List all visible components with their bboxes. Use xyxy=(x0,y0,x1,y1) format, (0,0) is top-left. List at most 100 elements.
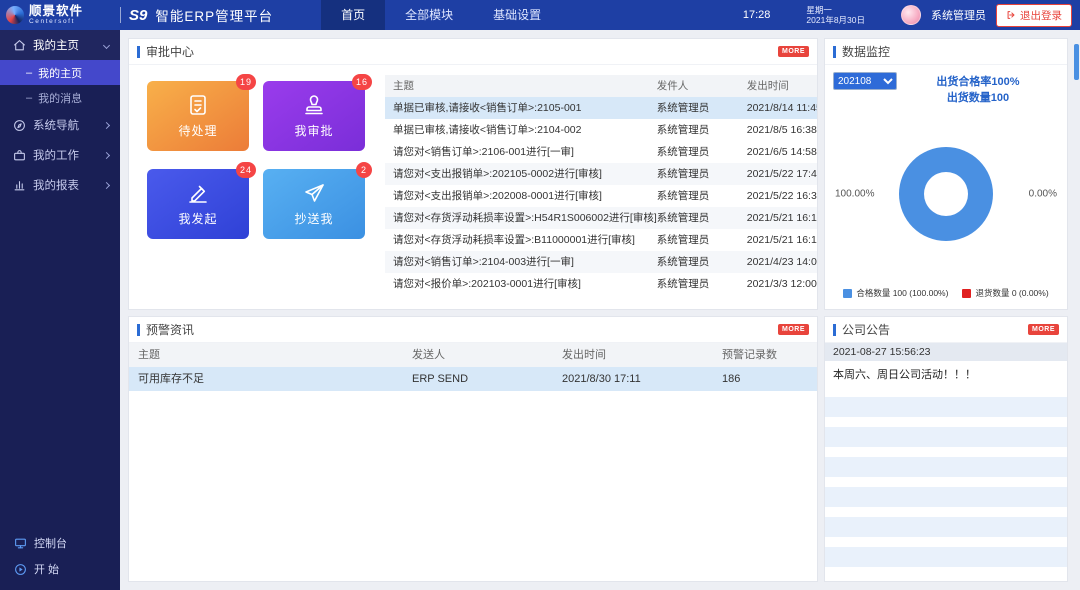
nav-home[interactable]: 首页 xyxy=(321,0,385,30)
table-row[interactable]: 请您对<存货浮动耗损率设置>:H54R1S006002进行[审核] 系统管理员 … xyxy=(385,207,818,229)
bullet: – xyxy=(26,92,32,104)
col-subject: 主题 xyxy=(385,75,657,97)
cell-subject: 请您对<销售订单>:2106-001进行[一审] xyxy=(385,141,657,163)
avatar[interactable] xyxy=(901,5,921,25)
topbar: 顺景软件 Centersoft S9 智能ERP管理平台 首页 全部模块 基础设… xyxy=(0,0,1080,30)
nav-all-modules[interactable]: 全部模块 xyxy=(385,0,473,30)
cell-sender: 系统管理员 xyxy=(657,273,747,295)
title-accent-bar xyxy=(833,46,836,58)
sidebar-item-label: 我的主页 xyxy=(33,37,97,53)
tile-label: 我审批 xyxy=(294,122,333,139)
more-button[interactable]: MORE xyxy=(778,46,809,57)
panel-header: 审批中心 MORE xyxy=(129,39,817,65)
tile-cc-me[interactable]: 2 抄送我 xyxy=(263,169,365,239)
nav-basic-settings[interactable]: 基础设置 xyxy=(473,0,561,30)
username: 系统管理员 xyxy=(931,7,986,23)
tile-my-approval[interactable]: 16 我审批 xyxy=(263,81,365,151)
chart-legend: 合格数量 100 (100.00%) 退货数量 0 (0.00%) xyxy=(825,279,1067,309)
table-row[interactable]: 请您对<销售订单>:2106-001进行[一审] 系统管理员 2021/6/5 … xyxy=(385,141,818,163)
sidebar-subitem-my-messages[interactable]: – 我的消息 xyxy=(0,85,120,110)
table-row[interactable]: 请您对<存货浮动耗损率设置>:B11000001进行[审核] 系统管理员 202… xyxy=(385,229,818,251)
logout-icon xyxy=(1006,10,1016,20)
logo-en: Centersoft xyxy=(29,19,83,26)
cell-subject: 请您对<销售订单>:2104-003进行[一审] xyxy=(385,251,657,273)
sidebar-footer: 控制台 开 始 xyxy=(0,530,120,582)
cell-subject: 请您对<存货浮动耗损率设置>:B11000001进行[审核] xyxy=(385,229,657,251)
announcement-date[interactable]: 2021-08-27 15:56:23 xyxy=(825,343,1067,361)
start-icon xyxy=(14,563,27,576)
logout-button[interactable]: 退出登录 xyxy=(996,4,1072,27)
bullet: – xyxy=(26,67,32,79)
panel-title: 公司公告 xyxy=(842,321,890,338)
sidebar-subitem-label: 我的消息 xyxy=(38,90,82,106)
cell-subject: 可用库存不足 xyxy=(129,367,412,391)
sidebar-item-label: 系统导航 xyxy=(33,117,97,133)
app-logo[interactable]: 顺景软件 Centersoft xyxy=(0,5,118,26)
sidebar-item-my-reports[interactable]: 我的报表 xyxy=(0,170,120,200)
table-row[interactable]: 请您对<支出报销单>:202008-0001进行[审核] 系统管理员 2021/… xyxy=(385,185,818,207)
donut-label-right: 0.00% xyxy=(1029,189,1057,200)
sidebar-item-system-nav[interactable]: 系统导航 xyxy=(0,110,120,140)
announcement-content[interactable]: 本周六、周日公司活动！！！ xyxy=(825,361,1067,387)
chevron-right-icon xyxy=(103,181,110,188)
divider xyxy=(120,7,121,23)
announcement-empty-row xyxy=(825,457,1067,477)
tile-pending[interactable]: 19 待处理 xyxy=(147,81,249,151)
donut-label-left: 100.00% xyxy=(835,189,874,200)
badge-count: 2 xyxy=(356,162,372,178)
title-accent-bar xyxy=(137,324,140,336)
tile-initiated[interactable]: 24 我发起 xyxy=(147,169,249,239)
approval-table: 主题 发件人 发出时间 单据已审核,请接收<销售订单>:2105-001 系统管… xyxy=(385,75,818,309)
announcement-empty-row xyxy=(825,517,1067,537)
cell-subject: 请您对<支出报销单>:202105-0002进行[审核] xyxy=(385,163,657,185)
cell-subject: 单据已审核,请接收<销售订单>:2104-002 xyxy=(385,119,657,141)
clipboard-icon xyxy=(186,93,210,117)
cell-time: 2021/8/30 17:11 xyxy=(562,367,722,391)
clock: 17:28 xyxy=(743,9,771,21)
table-row[interactable]: 可用库存不足 ERP SEND 2021/8/30 17:11 186 xyxy=(129,367,817,391)
table-header-row: 主题 发件人 发出时间 xyxy=(385,75,818,97)
sidebar-subitem-my-home[interactable]: – 我的主页 xyxy=(0,60,120,85)
title-accent-bar xyxy=(137,46,140,58)
page-scrollbar[interactable] xyxy=(1074,44,1079,80)
col-subject: 主题 xyxy=(129,343,412,367)
monitor-icon xyxy=(14,537,27,550)
table-row[interactable]: 请您对<报价单>:202103-0001进行[审核] 系统管理员 2021/3/… xyxy=(385,273,818,295)
table-row[interactable]: 单据已审核,请接收<销售订单>:2105-001 系统管理员 2021/8/14… xyxy=(385,97,818,119)
chevron-right-icon xyxy=(103,121,110,128)
col-time: 发出时间 xyxy=(562,343,722,367)
sidebar-item-my-home[interactable]: 我的主页 xyxy=(0,30,120,60)
cell-subject: 请您对<存货浮动耗损率设置>:H54R1S006002进行[审核] xyxy=(385,207,657,229)
briefcase-icon xyxy=(13,149,26,162)
stat-pass-rate: 出货合格率100% xyxy=(897,74,1059,90)
date-block: 星期一 2021年8月30日 xyxy=(806,5,865,25)
more-button[interactable]: MORE xyxy=(1028,324,1059,335)
topbar-right: 17:28 星期一 2021年8月30日 系统管理员 退出登录 xyxy=(743,4,1080,27)
panel-title: 审批中心 xyxy=(146,43,194,60)
console-button[interactable]: 控制台 xyxy=(0,530,120,556)
start-label: 开 始 xyxy=(34,561,59,577)
cell-sender: ERP SEND xyxy=(412,367,562,391)
more-button[interactable]: MORE xyxy=(778,324,809,335)
sidebar: 我的主页 – 我的主页 – 我的消息 系统导航 我的工作 我的报表 控制台 开 … xyxy=(0,30,120,590)
panel-header: 数据监控 xyxy=(825,39,1067,65)
table-row[interactable]: 单据已审核,请接收<销售订单>:2104-002 系统管理员 2021/8/5 … xyxy=(385,119,818,141)
date: 2021年8月30日 xyxy=(806,15,865,25)
logo-cn: 顺景软件 xyxy=(29,5,83,18)
table-row[interactable]: 请您对<销售订单>:2104-003进行[一审] 系统管理员 2021/4/23… xyxy=(385,251,818,273)
cell-sender: 系统管理员 xyxy=(657,163,747,185)
sidebar-item-label: 我的报表 xyxy=(33,177,97,193)
donut-chart xyxy=(899,147,993,241)
cell-sender: 系统管理员 xyxy=(657,207,747,229)
legend-label: 合格数量 100 (100.00%) xyxy=(856,287,948,299)
table-row[interactable]: 请您对<支出报销单>:202105-0002进行[审核] 系统管理员 2021/… xyxy=(385,163,818,185)
sidebar-item-my-work[interactable]: 我的工作 xyxy=(0,140,120,170)
start-button[interactable]: 开 始 xyxy=(0,556,120,582)
period-select[interactable]: 202108 xyxy=(833,72,897,90)
announcement-empty-row xyxy=(825,487,1067,507)
tile-label: 我发起 xyxy=(178,210,217,227)
cell-subject: 请您对<报价单>:202103-0001进行[审核] xyxy=(385,273,657,295)
cell-sender: 系统管理员 xyxy=(657,251,747,273)
announcement-empty-row xyxy=(825,427,1067,447)
sidebar-subitem-label: 我的主页 xyxy=(38,65,82,81)
